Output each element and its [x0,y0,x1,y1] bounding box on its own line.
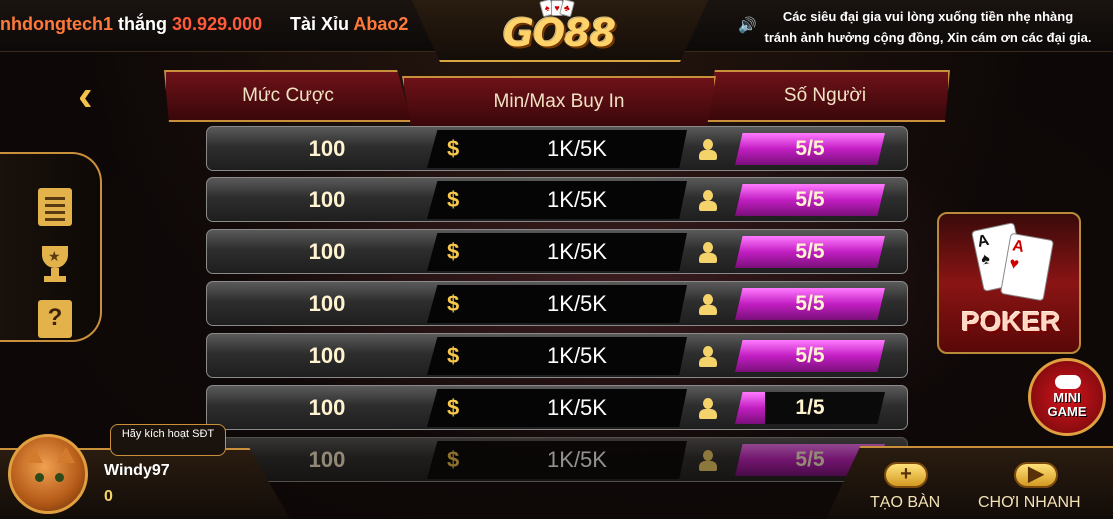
play-icon[interactable]: ▶ [1014,462,1058,488]
dollar-icon: $ [447,239,460,264]
row-players: 5/5 [795,344,825,367]
username: Windy97 [104,462,170,479]
header-bet-label: Mức Cược [242,85,334,106]
header-buyin[interactable]: Min/Max Buy In [402,76,716,128]
row-bet: 100 [308,187,346,212]
person-icon [697,398,719,420]
quick-play-button[interactable]: CHƠI NHANH [978,494,1081,512]
person-icon [697,294,719,316]
recent-game-username: Abao2 [353,14,409,34]
gamepad-icon [1055,375,1081,389]
table-row[interactable]: 100 $ 1K/5K 5/5 [206,177,908,222]
dollar-icon: $ [447,136,460,161]
document-icon[interactable] [38,188,72,226]
poker-label: POKER [961,306,1061,337]
row-buyin: 1K/5K [547,291,607,316]
table-row[interactable]: 100 $ 1K/5K 5/5 [206,437,908,482]
playing-card-icon: A ♥ [999,232,1055,302]
dollar-icon: $ [447,187,460,212]
mini-game-line-2: GAME [1047,404,1087,419]
row-bet: 100 [308,136,346,161]
row-buyin: 1K/5K [547,239,607,264]
row-buyin: 1K/5K [547,136,607,161]
speaker-icon[interactable]: 🔊 [738,16,757,34]
person-icon [697,450,719,472]
row-players: 5/5 [795,188,825,211]
row-players: 1/5 [795,396,825,419]
person-icon [697,242,719,264]
row-bet: 100 [308,239,346,264]
create-table-button[interactable]: TẠO BÀN [870,494,940,512]
row-bet: 100 [308,343,346,368]
row-buyin: 1K/5K [547,395,607,420]
notice-line-2: tránh ảnh hưởng cộng đồng, Xin cám ơn cá… [764,30,1092,45]
dollar-icon: $ [447,395,460,420]
mini-game-button[interactable]: MINI GAME [1028,358,1106,436]
notice-banner: Các siêu đại gia vui lòng xuống tiền nhẹ… [758,6,1098,48]
row-bet: 100 [308,395,346,420]
mini-game-line-1: MINI [1053,390,1081,405]
header-players-label: Số Người [783,85,867,106]
ticker-amount: 30.929.000 [172,14,263,34]
help-icon[interactable]: ? [38,300,72,338]
row-bet: 100 [308,447,346,472]
header-bet[interactable]: Mức Cược [164,70,412,122]
win-ticker: nhdongtech1 thắng 30.929.000 [0,14,262,35]
table-list[interactable]: 100 $ 1K/5K 5/5 100 $ 1K/5K 5/5 100 $ 1K… [206,126,908,519]
row-bet: 100 [308,291,346,316]
avatar[interactable] [8,434,88,514]
row-players: 5/5 [795,292,825,315]
mini-game-label: MINI GAME [1031,391,1103,419]
recent-game-ticker: Tài Xỉu Abao2 [290,14,408,35]
activate-phone-button[interactable]: Hãy kích hoạt SĐT [110,424,226,456]
back-chevron-icon[interactable]: ‹ [78,74,108,118]
table-row[interactable]: 100 $ 1K/5K 1/5 [206,385,908,430]
row-players: 5/5 [795,240,825,263]
person-icon [697,190,719,212]
row-buyin: 1K/5K [547,187,607,212]
poker-game-tile[interactable]: A ♠ A ♥ POKER [937,212,1081,354]
person-icon [697,139,719,161]
header-players[interactable]: Số Người [700,70,950,122]
user-balance: 0 [104,488,113,505]
table-row[interactable]: 100 $ 1K/5K 5/5 [206,281,908,326]
dollar-icon: $ [447,291,460,316]
ticker-verb: thắng [118,14,168,34]
plus-icon[interactable]: + [884,462,928,488]
table-row[interactable]: 100 $ 1K/5K 5/5 [206,229,908,274]
table-row[interactable]: 100 $ 1K/5K 5/5 [206,126,908,171]
person-icon [697,346,719,368]
logo: GO88 [502,11,616,55]
recent-game-label: Tài Xỉu [290,14,350,34]
dollar-icon: $ [447,447,460,472]
header-buyin-label: Min/Max Buy In [493,91,625,112]
table-row[interactable]: 100 $ 1K/5K 5/5 [206,333,908,378]
dollar-icon: $ [447,343,460,368]
ticker-username: nhdongtech1 [0,14,113,34]
row-players: 5/5 [795,137,825,160]
notice-line-1: Các siêu đại gia vui lòng xuống tiền nhẹ… [782,9,1074,24]
row-buyin: 1K/5K [547,343,607,368]
row-buyin: 1K/5K [547,447,607,472]
trophy-icon[interactable]: ★ [38,246,72,284]
